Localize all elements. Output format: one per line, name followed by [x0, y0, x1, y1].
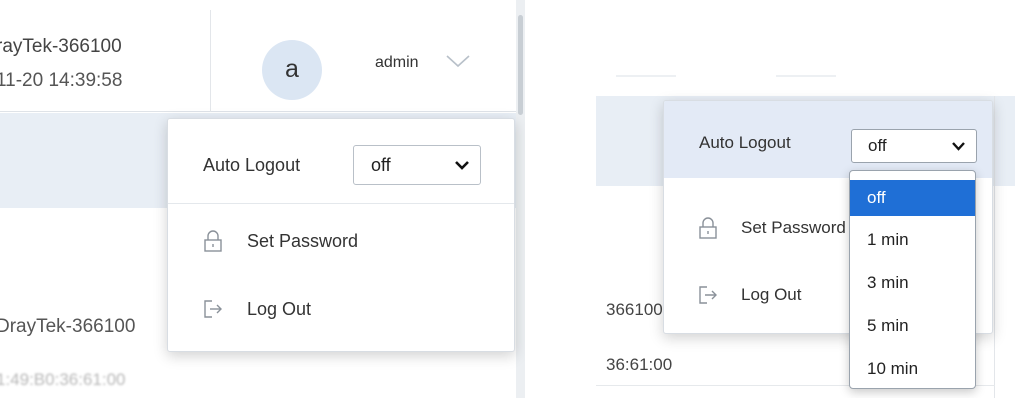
auto-logout-label: Auto Logout [203, 155, 301, 175]
username[interactable]: admin [375, 54, 419, 72]
set-password-label: Set Password [741, 218, 846, 237]
user-menu: Auto Logout off Set Password Log Out [167, 118, 515, 352]
auto-logout-value: off [371, 155, 391, 175]
auto-logout-label: Auto Logout [699, 133, 791, 152]
device-time: 11-20 14:39:58 [0, 70, 123, 91]
avatar[interactable]: a [262, 40, 322, 100]
mac-address-row: 36:61:00 [606, 355, 673, 374]
chevron-down-icon[interactable] [444, 50, 472, 72]
log-out-label: Log Out [247, 299, 312, 319]
device-name-row: 366100 [606, 300, 663, 319]
option-off[interactable]: off [850, 180, 975, 216]
device-name: rayTek-366100 [0, 36, 122, 57]
logout-icon [699, 286, 717, 304]
auto-logout-select[interactable]: off [851, 129, 977, 163]
screenshot-root: rayTek-366100 11-20 14:39:58 a admin Dra… [0, 0, 1015, 398]
log-out-label: Log Out [741, 285, 802, 304]
logout-icon [204, 300, 222, 318]
faint-line [616, 75, 676, 77]
option-10-min[interactable]: 10 min [850, 351, 975, 387]
auto-logout-options: off 1 min 3 min 5 min 10 min [849, 170, 976, 389]
faint-line [776, 75, 836, 77]
set-password-item[interactable]: Set Password [168, 219, 514, 263]
top-bar: rayTek-366100 11-20 14:39:58 a admin [0, 0, 525, 112]
auto-logout-select[interactable]: off [353, 145, 481, 185]
device-name-row: DrayTek-366100 [0, 316, 136, 337]
option-3-min[interactable]: 3 min [850, 265, 975, 301]
option-5-min[interactable]: 5 min [850, 308, 975, 344]
auto-logout-row: Auto Logout off [664, 101, 992, 178]
lock-icon [204, 230, 222, 252]
menu-divider [168, 203, 514, 204]
header-divider [210, 10, 211, 112]
log-out-item[interactable]: Log Out [168, 287, 514, 331]
mac-address-row: 1:49:B0:36:61:00 [0, 370, 126, 389]
select-caret-icon [952, 142, 965, 151]
auto-logout-row: Auto Logout off [168, 119, 514, 203]
option-1-min[interactable]: 1 min [850, 222, 975, 258]
left-panel: rayTek-366100 11-20 14:39:58 a admin Dra… [0, 0, 525, 398]
auto-logout-value: off [868, 136, 887, 155]
scrollbar-thumb[interactable] [518, 15, 523, 115]
set-password-label: Set Password [247, 231, 359, 251]
column-divider [994, 96, 995, 398]
lock-icon [699, 217, 717, 239]
top-bar [596, 0, 1015, 96]
select-caret-icon [455, 161, 469, 170]
